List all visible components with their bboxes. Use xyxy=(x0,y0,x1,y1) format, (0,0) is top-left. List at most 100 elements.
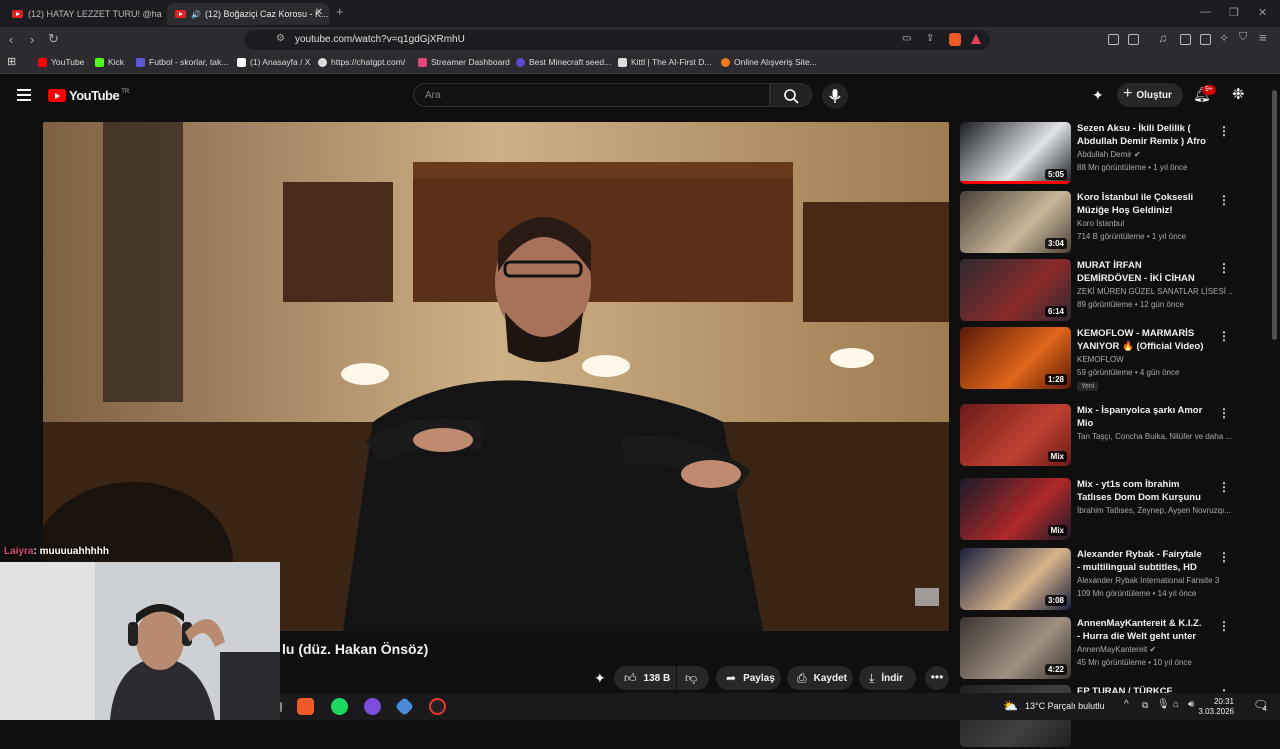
video-thumbnail[interactable]: 1:28 xyxy=(960,327,1071,389)
bookmark-kittl[interactable]: Kittl | The AI-First D... xyxy=(618,57,711,67)
vpn-icon[interactable]: ⛉ xyxy=(1239,31,1247,44)
bookmark-online-alisveris[interactable]: Online Alışveriş Site... xyxy=(721,57,817,67)
hamburger-menu-icon[interactable] xyxy=(17,89,31,104)
recommendation-title[interactable]: KEMOFLOW - MARMARİS YANIYOR 🔥 (Official … xyxy=(1077,327,1207,353)
extension-icon[interactable] xyxy=(1128,34,1139,45)
recommendation-title[interactable]: MURAT İRFAN DEMİRDÖVEN - İKİ CİHAN xyxy=(1077,259,1207,285)
share-page-icon[interactable]: ⇪ xyxy=(926,33,934,44)
recommendation-title[interactable]: Alexander Rybak - Fairytale - multilingu… xyxy=(1077,548,1207,574)
create-button[interactable]: + Oluştur xyxy=(1117,83,1183,107)
recommendation-title[interactable]: Sezen Aksu - İkili Delilik ( Abdullah De… xyxy=(1077,122,1207,148)
system-clock[interactable]: 20:31 3.03.2026 xyxy=(1198,697,1234,717)
tray-app-icon[interactable]: ⧉ xyxy=(1142,700,1148,711)
spotify-icon[interactable] xyxy=(331,698,348,715)
browser-tab[interactable]: (12) HATAY LEZZET TURU! @hataysa... xyxy=(4,3,162,25)
bookmark-minecraft[interactable]: Best Minecraft seed... xyxy=(516,57,611,67)
weather-text[interactable]: 13°C Parçalı bulutlu xyxy=(1025,701,1105,711)
more-actions-button[interactable]: ••• xyxy=(925,666,949,690)
menu-icon[interactable]: ≡ xyxy=(1259,30,1267,45)
obs-icon[interactable] xyxy=(429,698,446,715)
volume-icon[interactable]: 🔊︎ xyxy=(1188,699,1194,710)
app-icon[interactable] xyxy=(394,696,415,717)
more-options-icon[interactable]: ⋮ xyxy=(1218,550,1230,564)
search-button[interactable] xyxy=(770,83,812,107)
cast-icon[interactable]: ▭ xyxy=(902,33,911,44)
recommendation-title[interactable]: Mix - yt1s com İbrahim Tatlıses Dom Dom … xyxy=(1077,478,1207,504)
more-options-icon[interactable]: ⋮ xyxy=(1218,480,1230,494)
recommendation-card[interactable]: 4:22 AnnenMayKantereit & K.I.Z. - Hurra d… xyxy=(960,617,1270,681)
recommendation-card[interactable]: 5:05 Sezen Aksu - İkili Delilik ( Abdulla… xyxy=(960,122,1270,186)
discord-icon[interactable] xyxy=(364,698,381,715)
recommendation-title[interactable]: Koro İstanbul ile Çoksesli Müziğe Hoş Ge… xyxy=(1077,191,1207,217)
channel-name[interactable]: AnnenMayKantereit ✔ xyxy=(1077,645,1232,654)
channel-name[interactable]: Alexander Rybak International Fansite 3 xyxy=(1077,576,1232,585)
video-thumbnail[interactable]: Mix xyxy=(960,404,1071,466)
video-player[interactable] xyxy=(43,122,949,631)
video-thumbnail[interactable]: 3:04 xyxy=(960,191,1071,253)
mic-tray-icon[interactable]: 🎙︎ xyxy=(1157,699,1170,710)
video-thumbnail[interactable]: Mix xyxy=(960,478,1071,540)
youtube-logo[interactable]: YouTube TR xyxy=(48,88,129,103)
reload-icon[interactable]: ↻ xyxy=(48,31,59,47)
more-options-icon[interactable]: ⋮ xyxy=(1218,406,1230,420)
video-thumbnail[interactable]: 5:05 xyxy=(960,122,1071,184)
bookmark-kick[interactable]: Kick xyxy=(95,57,124,67)
new-tab-button[interactable]: + xyxy=(336,4,344,19)
extension-icon[interactable] xyxy=(1108,34,1119,45)
recommendation-card[interactable]: 3:08 Alexander Rybak - Fairytale - multil… xyxy=(960,548,1270,612)
brave-shield-icon[interactable] xyxy=(949,33,961,46)
close-tab-icon[interactable]: ✕ xyxy=(315,7,323,18)
recommendation-card[interactable]: 1:28 KEMOFLOW - MARMARİS YANIYOR 🔥 (Offic… xyxy=(960,327,1270,391)
recommendation-title[interactable]: AnnenMayKantereit & K.I.Z. - Hurra die W… xyxy=(1077,617,1207,643)
network-icon[interactable]: ⌂ xyxy=(1173,699,1179,710)
more-options-icon[interactable]: ⋮ xyxy=(1218,329,1230,343)
music-icon[interactable]: ♫ xyxy=(1158,31,1167,45)
channel-name[interactable]: Abdullah Demir ✔ xyxy=(1077,150,1232,159)
search-box[interactable] xyxy=(413,83,770,107)
more-options-icon[interactable]: ⋮ xyxy=(1218,261,1230,275)
more-options-icon[interactable]: ⋮ xyxy=(1218,124,1230,138)
avatar[interactable]: ❉ xyxy=(1232,85,1245,103)
wallet-icon[interactable] xyxy=(1200,34,1211,45)
more-options-icon[interactable]: ⋮ xyxy=(1218,193,1230,207)
browser-tab-active[interactable]: 🔊 (12) Boğaziçi Caz Korosu - K... ✕ xyxy=(167,3,329,25)
sparkle-ask-icon[interactable]: ✦ xyxy=(594,670,606,687)
brave-rewards-icon[interactable] xyxy=(971,34,981,44)
save-button[interactable]: ⎙ Kaydet xyxy=(787,666,853,690)
studio-icon[interactable]: ✦ xyxy=(1092,87,1104,104)
url-box[interactable]: ⚙ youtube.com/watch?v=q1gdGjXRmhU ▭ ⇪ xyxy=(244,30,990,50)
share-button[interactable]: ➦ Paylaş xyxy=(716,666,781,690)
page-scrollbar[interactable] xyxy=(1272,90,1277,340)
voice-search-button[interactable] xyxy=(822,83,848,109)
bookmark-futbol[interactable]: Futbol - skorlar, tak... xyxy=(136,57,228,67)
channel-name[interactable]: KEMOFLOW xyxy=(1077,355,1232,364)
back-icon[interactable]: ‹ xyxy=(9,32,13,47)
channel-name[interactable]: ZEKİ MÜREN GÜZEL SANATLAR LİSESİ ... xyxy=(1077,287,1232,296)
minimize-button[interactable]: — xyxy=(1200,6,1211,18)
channel-name[interactable]: Koro İstanbul xyxy=(1077,219,1232,228)
forward-icon[interactable]: › xyxy=(30,32,34,47)
recommendation-card[interactable]: Mix Mix - yt1s com İbrahim Tatlıses Dom D… xyxy=(960,478,1270,542)
channel-name[interactable]: İbrahim Tatlıses, Zeynep, Ayşen Novruzqı… xyxy=(1077,506,1232,515)
like-button[interactable]: 👍︎ 138 B xyxy=(614,666,676,690)
maximize-button[interactable]: ❐ xyxy=(1229,6,1239,19)
bookmark-streamer-dashboard[interactable]: Streamer Dashboard xyxy=(418,57,510,67)
video-thumbnail[interactable]: 6:14 xyxy=(960,259,1071,321)
search-input[interactable] xyxy=(414,84,769,107)
bookmark-x[interactable]: (1) Anasayfa / X xyxy=(237,57,310,67)
recommendation-card[interactable]: Mix Mix - İspanyolca şarkı Amor Mio Tan Ta… xyxy=(960,404,1270,468)
apps-grid-icon[interactable]: ⊞ xyxy=(7,55,16,68)
tray-chevron-up-icon[interactable]: ^ xyxy=(1124,699,1129,710)
leo-ai-icon[interactable]: ✧ xyxy=(1219,31,1229,45)
recommendation-title[interactable]: Mix - İspanyolca şarkı Amor Mio xyxy=(1077,404,1207,430)
site-info-icon[interactable]: ⚙ xyxy=(276,33,285,44)
brave-browser-icon[interactable] xyxy=(297,698,314,715)
video-thumbnail[interactable]: 3:08 xyxy=(960,548,1071,610)
sidebar-toggle-icon[interactable] xyxy=(1180,34,1191,45)
channel-name[interactable]: Tan Taşçı, Concha Buika, Nilüfer ve daha… xyxy=(1077,432,1232,441)
window-close-button[interactable]: ✕ xyxy=(1258,6,1267,19)
bookmark-chatgpt[interactable]: https://chatgpt.com/ xyxy=(318,57,405,67)
video-thumbnail[interactable]: 4:22 xyxy=(960,617,1071,679)
recommendation-card[interactable]: 3:04 Koro İstanbul ile Çoksesli Müziğe Ho… xyxy=(960,191,1270,255)
recommendation-card[interactable]: 6:14 MURAT İRFAN DEMİRDÖVEN - İKİ CİHAN ZE… xyxy=(960,259,1270,323)
